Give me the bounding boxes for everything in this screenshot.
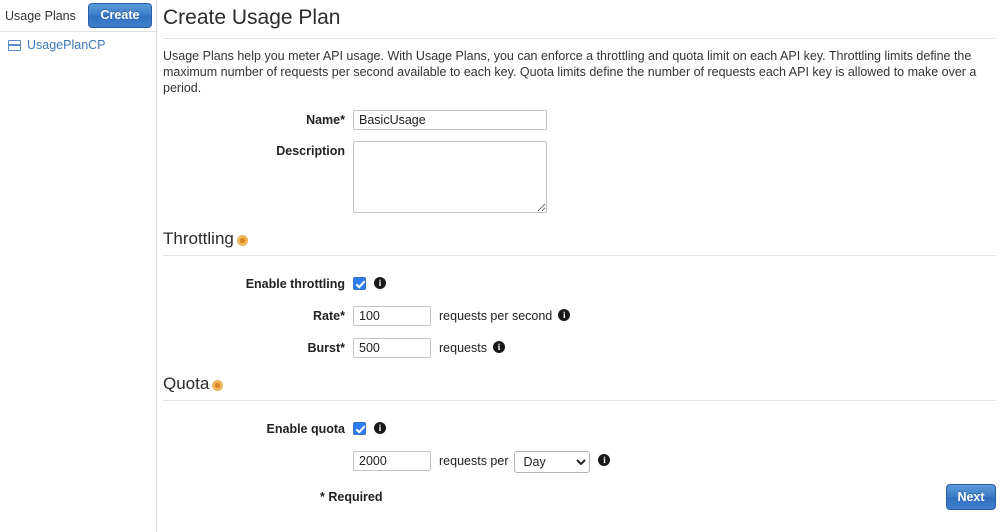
burst-label: Burst* [307, 341, 345, 355]
rate-unit-label: requests per second [439, 309, 553, 323]
warning-dot-icon [236, 234, 248, 246]
throttling-section: Throttling Enable throttling i Rate* req… [163, 229, 996, 358]
description-textarea[interactable] [353, 141, 547, 213]
enable-throttling-label: Enable throttling [245, 277, 345, 291]
main-content: Create Usage Plan Usage Plans help you m… [157, 0, 1000, 532]
required-note: * Required [320, 490, 383, 504]
quota-amount-row: requests per DayWeekMonth i [163, 451, 996, 473]
enable-quota-row: Enable quota i [163, 419, 996, 439]
rate-input[interactable] [353, 306, 431, 326]
info-icon-quota[interactable]: i [374, 422, 386, 434]
quota-heading-label: Quota [163, 374, 210, 393]
burst-input[interactable] [353, 338, 431, 358]
warning-dot-icon [212, 379, 224, 391]
sidebar-item-label: UsagePlanCP [27, 38, 106, 52]
enable-quota-label: Enable quota [266, 422, 345, 436]
sidebar-title: Usage Plans [5, 8, 76, 23]
quota-section: Quota Enable quota i requests per DayWee… [163, 374, 996, 473]
page-title: Create Usage Plan [163, 6, 341, 29]
rate-row: Rate* requests per second i [163, 306, 996, 326]
enable-throttling-checkbox[interactable] [353, 277, 366, 290]
name-row: Name* [163, 110, 996, 130]
info-icon-quota-period[interactable]: i [598, 454, 611, 466]
throttling-heading-label: Throttling [163, 229, 234, 248]
info-icon-rate[interactable]: i [558, 309, 571, 321]
name-label: Name* [306, 113, 345, 127]
quota-divider [163, 400, 996, 401]
enable-throttling-row: Enable throttling i [163, 274, 996, 294]
throttling-divider [163, 255, 996, 256]
create-usage-plan-page: Usage Plans Create UsagePlanCP Create Us… [0, 0, 1000, 532]
description-label: Description [276, 144, 345, 158]
quota-amount-input[interactable] [353, 451, 431, 471]
quota-unit-label: requests per [439, 454, 509, 468]
name-input[interactable] [353, 110, 547, 130]
description-row: Description [163, 141, 996, 213]
intro-text: Usage Plans help you meter API usage. Wi… [163, 49, 977, 95]
create-button[interactable]: Create [88, 3, 152, 28]
plan-card-icon [8, 39, 21, 51]
quota-heading: Quota [163, 374, 996, 394]
enable-quota-checkbox[interactable] [353, 422, 366, 435]
sidebar: Usage Plans Create UsagePlanCP [0, 0, 157, 532]
quota-period-select[interactable]: DayWeekMonth [514, 451, 591, 473]
burst-row: Burst* requests i [163, 338, 996, 358]
info-icon-burst[interactable]: i [492, 341, 505, 353]
info-icon-throttling[interactable]: i [374, 277, 386, 289]
next-button[interactable]: Next [946, 484, 996, 510]
sidebar-item-usageplancp[interactable]: UsagePlanCP [0, 32, 156, 58]
title-divider [163, 38, 996, 39]
rate-label: Rate* [313, 309, 345, 323]
throttling-heading: Throttling [163, 229, 996, 249]
form-footer: * Required Next [320, 484, 996, 510]
sidebar-header: Usage Plans Create [0, 0, 156, 32]
burst-unit-label: requests [439, 341, 487, 355]
